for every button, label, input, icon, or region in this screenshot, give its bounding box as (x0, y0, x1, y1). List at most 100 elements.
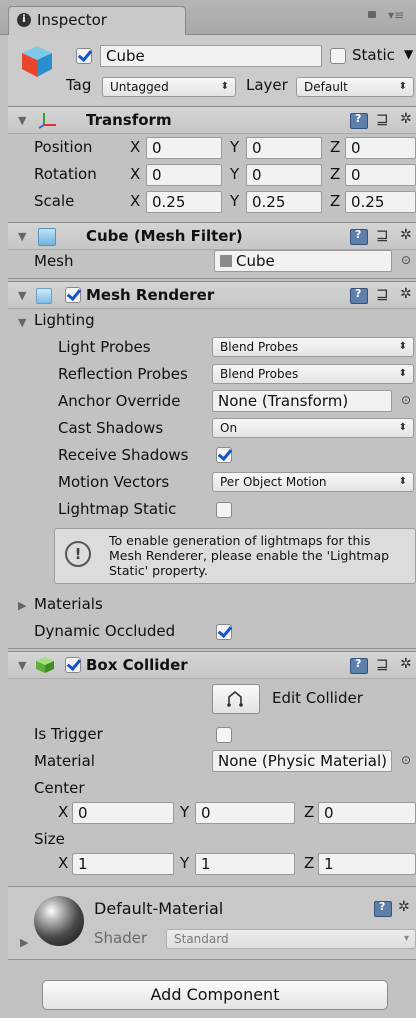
gear-icon[interactable]: ✲ (398, 899, 410, 915)
cast-shadows-label: Cast Shadows (58, 419, 164, 437)
size-z-field[interactable]: 1 (318, 853, 416, 875)
tab-title: Inspector (37, 11, 107, 29)
add-component-button[interactable]: Add Component (42, 980, 388, 1010)
static-checkbox[interactable] (330, 48, 346, 64)
divider (8, 648, 416, 649)
chevron-icon: ▾ (403, 933, 409, 944)
object-name-field[interactable]: Cube (100, 45, 322, 67)
rotation-z-field[interactable]: 0 (345, 164, 416, 186)
material-sphere-icon (34, 896, 84, 946)
mesh-renderer-icon (36, 288, 52, 304)
gear-icon[interactable]: ✲ (400, 286, 412, 302)
gear-icon[interactable]: ✲ (400, 656, 412, 672)
box-collider-enabled-checkbox[interactable] (65, 657, 81, 673)
tag-dropdown[interactable]: Untagged ⬍ (102, 77, 236, 97)
scale-z-field[interactable]: 0.25 (345, 191, 416, 213)
materials-foldout-icon[interactable]: ▶ (18, 599, 26, 612)
materials-label[interactable]: Materials (34, 595, 103, 613)
mesh-renderer-enabled-checkbox[interactable] (65, 287, 81, 303)
receive-shadows-checkbox[interactable] (216, 447, 232, 463)
dynamic-occluded-label: Dynamic Occluded (34, 622, 176, 640)
position-y-field[interactable]: 0 (246, 137, 322, 159)
material-name: Default-Material (94, 899, 224, 918)
gear-icon[interactable]: ✲ (400, 227, 412, 243)
motion-vectors-dropdown[interactable]: Per Object Motion ⬍ (212, 472, 414, 492)
size-x-field[interactable]: 1 (72, 853, 174, 875)
static-dropdown-icon[interactable]: ▼ (404, 47, 413, 61)
rotation-x-field[interactable]: 0 (146, 164, 222, 186)
reflection-probes-label: Reflection Probes (58, 365, 188, 383)
transform-header[interactable]: ▼ Transform ⊒ ✲ (8, 106, 416, 134)
anchor-override-field[interactable]: None (Transform) (212, 390, 392, 412)
scale-y-field[interactable]: 0.25 (246, 191, 322, 213)
layer-dropdown[interactable]: Default ⬍ (296, 77, 414, 97)
rotation-y-field[interactable]: 0 (246, 164, 322, 186)
axis-x-label: X (58, 854, 69, 872)
lighting-label[interactable]: Lighting (34, 311, 95, 329)
axis-z-label: Z (330, 138, 341, 156)
mesh-renderer-header[interactable]: ▼ Mesh Renderer ⊒ ✲ (8, 281, 416, 309)
object-picker-icon[interactable]: ⊙ (401, 753, 411, 767)
mesh-field[interactable]: Cube (214, 250, 392, 272)
receive-shadows-label: Receive Shadows (58, 446, 189, 464)
info-line-3: Static' property. (109, 563, 208, 578)
help-icon[interactable] (350, 657, 368, 674)
object-picker-icon[interactable]: ⊙ (401, 393, 411, 407)
shader-dropdown[interactable]: Standard ▾ (166, 929, 416, 949)
gear-icon[interactable]: ✲ (400, 111, 412, 127)
lighting-foldout-icon[interactable]: ▼ (18, 316, 26, 329)
scale-x-field[interactable]: 0.25 (146, 191, 222, 213)
lightmap-static-checkbox[interactable] (216, 502, 232, 518)
axis-y-label: Y (230, 192, 240, 210)
inspector-tab[interactable]: i Inspector (8, 6, 186, 35)
help-icon[interactable] (374, 900, 392, 917)
axis-y-label: Y (230, 165, 240, 183)
chevron-icon: ⬍ (220, 81, 229, 92)
help-icon[interactable] (350, 287, 368, 304)
transform-icon (38, 111, 58, 129)
lightmap-static-label: Lightmap Static (58, 500, 177, 518)
transform-title: Transform (86, 111, 172, 129)
active-checkbox[interactable] (76, 48, 92, 64)
presets-icon[interactable]: ⊒ (376, 285, 389, 303)
object-picker-icon[interactable]: ⊙ (401, 253, 411, 267)
position-z-field[interactable]: 0 (345, 137, 416, 159)
dynamic-occluded-checkbox[interactable] (216, 624, 232, 640)
box-collider-header[interactable]: ▼ Box Collider ⊒ ✲ (8, 651, 416, 679)
center-x-field[interactable]: 0 (72, 802, 174, 824)
mesh-filter-icon (38, 228, 56, 246)
center-y-field[interactable]: 0 (195, 802, 295, 824)
light-probes-dropdown[interactable]: Blend Probes ⬍ (212, 337, 414, 357)
center-label: Center (34, 779, 85, 797)
info-box: ! To enable generation of lightmaps for … (54, 528, 416, 584)
foldout-arrow-icon[interactable]: ▼ (18, 114, 26, 127)
edit-collider-button[interactable] (212, 684, 260, 714)
foldout-arrow-icon[interactable]: ▼ (18, 659, 26, 672)
position-x-field[interactable]: 0 (146, 137, 222, 159)
material-field[interactable]: None (Physic Material) (212, 750, 392, 772)
material-foldout-icon[interactable]: ▶ (20, 936, 28, 949)
is-trigger-checkbox[interactable] (216, 727, 232, 743)
cast-shadows-dropdown[interactable]: On ⬍ (212, 418, 414, 438)
presets-icon[interactable]: ⊒ (376, 226, 389, 244)
size-y-field[interactable]: 1 (195, 853, 295, 875)
center-z-field[interactable]: 0 (318, 802, 416, 824)
help-icon[interactable] (350, 112, 368, 129)
mesh-label: Mesh (34, 252, 74, 270)
edit-collider-icon (226, 690, 246, 711)
foldout-arrow-icon[interactable]: ▼ (18, 230, 26, 243)
presets-icon[interactable]: ⊒ (376, 655, 389, 673)
warning-info-icon: ! (65, 541, 91, 567)
lock-icon[interactable] (368, 11, 376, 18)
mesh-filter-header[interactable]: ▼ Cube (Mesh Filter) ⊒ ✲ (8, 222, 416, 250)
reflection-probes-dropdown[interactable]: Blend Probes ⬍ (212, 364, 414, 384)
foldout-arrow-icon[interactable]: ▼ (18, 289, 26, 302)
tab-menu-icon[interactable]: ▾≡ (388, 8, 404, 22)
axis-x-label: X (58, 803, 69, 821)
chevron-icon: ⬍ (398, 341, 407, 352)
help-icon[interactable] (350, 228, 368, 245)
edit-collider-label: Edit Collider (272, 689, 363, 707)
size-label: Size (34, 830, 65, 848)
presets-icon[interactable]: ⊒ (376, 110, 389, 128)
static-label[interactable]: Static (352, 46, 395, 64)
